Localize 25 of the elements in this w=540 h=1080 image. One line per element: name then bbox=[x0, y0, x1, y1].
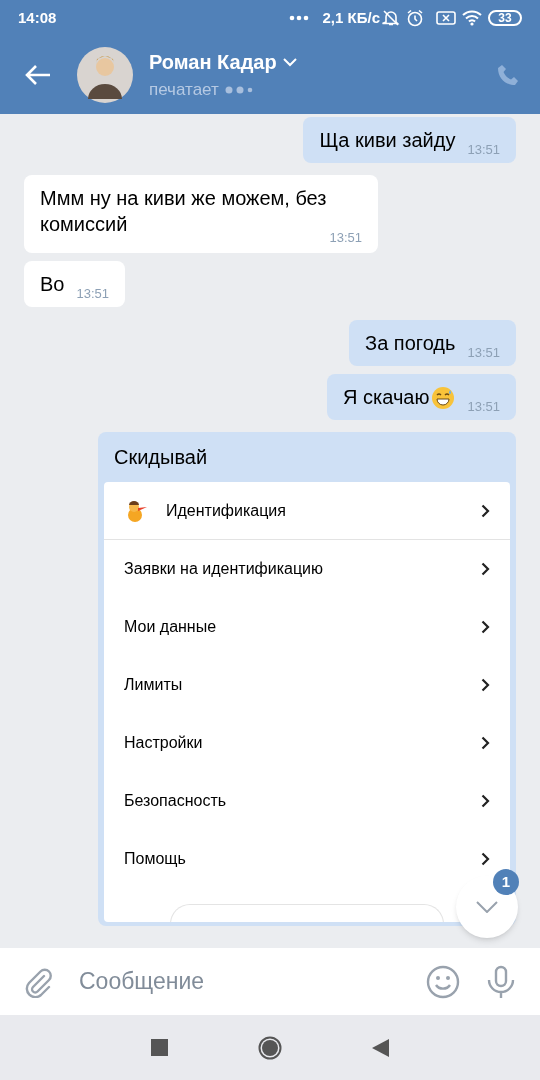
message-time: 13:51 bbox=[76, 287, 109, 301]
network-speed: 2,1 КБ/с bbox=[322, 7, 380, 28]
menu-item-label[interactable]: Настройки bbox=[124, 731, 203, 755]
message-text: За погодь bbox=[365, 331, 456, 356]
typing-status: печатает bbox=[149, 79, 219, 102]
contact-name[interactable]: Роман Кадар bbox=[149, 47, 277, 78]
message-composer[interactable]: Сообщение bbox=[0, 948, 540, 1015]
battery-icon: 33 bbox=[488, 10, 522, 26]
message-time: 13:51 bbox=[467, 346, 500, 360]
message-text: Я скачаю bbox=[343, 385, 430, 410]
menu-item-label[interactable]: Мои данные bbox=[124, 615, 217, 639]
message-text: Ммм ну на киви же можем, без комиссий bbox=[40, 186, 328, 237]
menu-item-label[interactable]: Безопасность bbox=[124, 789, 227, 813]
message-time: 13:51 bbox=[467, 143, 500, 157]
menu-item-label[interactable]: Заявки на идентификацию bbox=[124, 557, 323, 581]
status-time: 14:08 bbox=[18, 7, 57, 28]
card-title: Скидывай bbox=[113, 445, 209, 470]
message-text: Во bbox=[40, 272, 65, 297]
message-time: 13:51 bbox=[467, 400, 500, 414]
message-text: Ща киви зайду bbox=[319, 128, 456, 153]
message-input[interactable]: Сообщение bbox=[79, 964, 426, 999]
menu-item-label[interactable]: Лимиты bbox=[124, 673, 183, 697]
message-time: 13:51 bbox=[329, 231, 362, 245]
menu-item-label[interactable]: Помощь bbox=[124, 847, 186, 871]
menu-item-label[interactable]: Идентификация bbox=[166, 498, 286, 523]
